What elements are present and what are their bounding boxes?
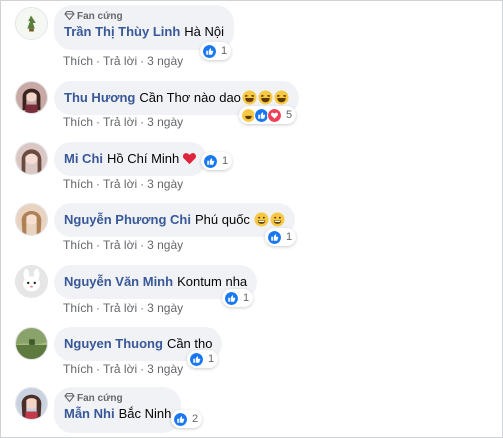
commenter-name[interactable]: Nguyen Thuong	[64, 336, 163, 351]
avatar[interactable]	[15, 7, 48, 40]
reaction-count: 1	[208, 353, 215, 365]
commenter-name[interactable]: Mẫn Nhi	[64, 406, 115, 421]
like-link[interactable]: Thích	[63, 115, 93, 129]
reaction-summary[interactable]: 1	[222, 289, 254, 307]
reaction-summary[interactable]: 2	[171, 410, 203, 428]
like-link[interactable]: Thích	[63, 54, 93, 68]
separator: ·	[140, 301, 145, 315]
fan-badge: Fan cứng	[64, 392, 171, 405]
separator: ·	[140, 177, 145, 191]
separator: ·	[96, 54, 101, 68]
comment-time[interactable]: 3 ngày	[147, 301, 183, 315]
reaction-summary[interactable]: 1	[265, 228, 297, 246]
haha-emoji	[274, 90, 289, 105]
separator: ·	[96, 177, 101, 191]
reply-link[interactable]: Trả lời	[103, 301, 137, 315]
reaction-count: 1	[222, 155, 229, 167]
comment-text: Phú quốc	[195, 212, 250, 227]
like-link[interactable]: Thích	[63, 177, 93, 191]
reply-link[interactable]: Trả lời	[103, 115, 137, 129]
commenter-name[interactable]: Thu Hương	[64, 90, 135, 105]
comment-text: Cần Thơ nào dao	[139, 90, 241, 105]
comment-time[interactable]: 3 ngày	[147, 238, 183, 252]
grin-emoji	[270, 212, 285, 227]
separator: ·	[96, 238, 101, 252]
comment-text: Hồ Chí Minh	[107, 151, 180, 166]
reaction-count: 1	[221, 45, 228, 57]
reaction-count: 2	[192, 413, 199, 425]
like-link[interactable]: Thích	[63, 238, 93, 252]
reply-link[interactable]: Trả lời	[103, 362, 137, 376]
comment-bubble: Fan cứng Mẫn Nhi Bắc Ninh	[54, 387, 182, 433]
reaction-summary[interactable]: 5	[239, 106, 297, 124]
fan-badge-label: Fan cứng	[77, 11, 123, 22]
comment-text: Hà Nội	[184, 24, 225, 39]
like-link[interactable]: Thích	[63, 362, 93, 376]
comment-text: Bắc Ninh	[118, 406, 172, 421]
separator: ·	[96, 362, 101, 376]
like-reaction-icon	[173, 411, 188, 427]
comment-text: Kontum nha	[177, 274, 248, 289]
reaction-count: 1	[243, 292, 250, 304]
comment-text: Cần tho	[166, 336, 213, 351]
commenter-name[interactable]: Mi Chi	[64, 151, 103, 166]
separator: ·	[96, 115, 101, 129]
comment-actions: Thích · Trả lời · 3 ngày	[63, 54, 183, 68]
comment-time[interactable]: 3 ngày	[147, 115, 183, 129]
comment-actions: Thích · Trả lời · 3 ngày	[63, 238, 183, 252]
reaction-summary[interactable]: 1	[201, 152, 233, 170]
like-reaction-icon	[224, 290, 239, 306]
diamond-icon	[64, 393, 75, 402]
reaction-summary[interactable]: 1	[187, 350, 219, 368]
separator: ·	[140, 115, 145, 129]
reaction-count: 5	[286, 109, 293, 121]
haha-emoji	[258, 90, 273, 105]
avatar[interactable]	[15, 327, 48, 360]
like-reaction-icon	[202, 43, 217, 59]
comment-time[interactable]: 3 ngày	[147, 177, 183, 191]
reaction-count: 1	[286, 231, 293, 243]
commenter-name[interactable]: Nguyễn Văn Minh	[64, 274, 173, 289]
commenter-name[interactable]: Nguyễn Phương Chi	[64, 212, 191, 227]
reaction-summary[interactable]: 1	[200, 42, 232, 60]
commenter-name[interactable]: Trần Thị Thùy Linh	[64, 24, 180, 39]
like-reaction-icon	[189, 351, 204, 367]
reply-link[interactable]: Trả lời	[103, 177, 137, 191]
reply-link[interactable]: Trả lời	[103, 238, 137, 252]
red-heart-emoji	[183, 153, 197, 165]
like-link[interactable]: Thích	[63, 301, 93, 315]
like-reaction-icon	[203, 153, 218, 169]
avatar[interactable]	[15, 387, 48, 420]
grin-emoji	[254, 212, 269, 227]
haha-emoji	[242, 90, 257, 105]
separator: ·	[140, 362, 145, 376]
love-reaction-icon	[267, 107, 282, 123]
reply-link[interactable]: Trả lời	[103, 54, 137, 68]
comment-time[interactable]: 3 ngày	[147, 362, 183, 376]
comment-actions: Thích · Trả lời · 3 ngày	[63, 177, 183, 191]
like-reaction-icon	[267, 229, 282, 245]
comment-actions: Thích · Trả lời · 3 ngày	[63, 301, 183, 315]
comment-bubble: Mi Chi Hồ Chí Minh	[54, 142, 208, 176]
comment-actions: Thích · Trả lời · 3 ngày	[63, 115, 183, 129]
comment-bubble: Nguyễn Phương Chi Phú quốc	[54, 203, 295, 237]
fan-badge-label: Fan cứng	[77, 393, 123, 404]
comments-panel: Fan cứng Trần Thị Thùy Linh Hà Nội 1 Thíc…	[0, 0, 503, 438]
separator: ·	[140, 54, 145, 68]
comment-actions: Thích · Trả lời · 3 ngày	[63, 362, 183, 376]
diamond-icon	[64, 11, 75, 20]
comment-time[interactable]: 3 ngày	[147, 54, 183, 68]
avatar[interactable]	[15, 265, 48, 298]
separator: ·	[96, 301, 101, 315]
fan-badge: Fan cứng	[64, 10, 224, 23]
avatar[interactable]	[15, 203, 48, 236]
avatar[interactable]	[15, 81, 48, 114]
separator: ·	[140, 238, 145, 252]
avatar[interactable]	[15, 142, 48, 175]
